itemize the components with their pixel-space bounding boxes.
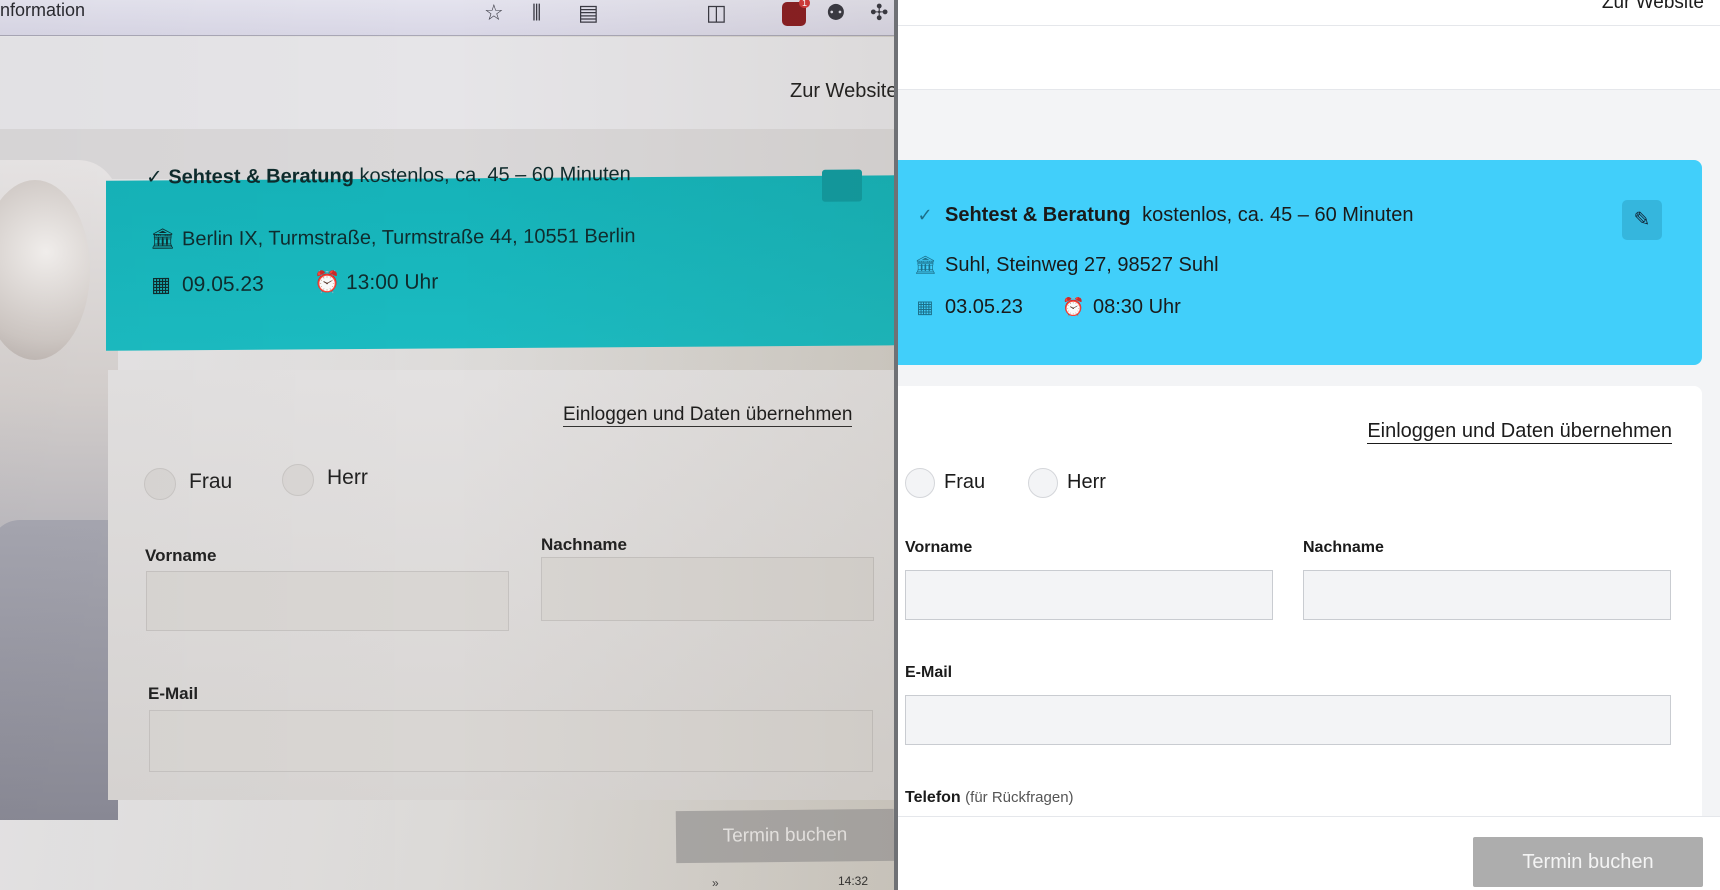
radio-frau[interactable] [144,468,176,500]
radio-herr-label: Herr [1067,471,1106,493]
service-details: kostenlos, ca. 45 – 60 Minuten [1142,204,1414,226]
radio-herr[interactable] [282,464,314,496]
radio-herr[interactable] [1028,468,1058,498]
book-appointment-button[interactable]: Termin buchen [1473,837,1703,887]
vorname-input[interactable] [146,571,509,631]
telefon-hint: (für Rückfragen) [965,789,1074,806]
vorname-label: Vorname [905,539,973,556]
appointment-summary-card: ✓ Sehtest & Beratung kostenlos, ca. 45 – … [898,160,1702,365]
extension-icon[interactable]: ⚉ [826,2,846,24]
time-text: 13:00 Uhr [346,270,439,295]
email-input[interactable] [149,710,873,772]
edit-icon: ✎ [1633,209,1651,231]
vorname-input[interactable] [905,570,1273,620]
site-header [898,26,1720,90]
telefon-label: Telefon (für Rückfragen) [905,789,1074,807]
browser-toolbar: nformation ☆ ⫴ ▤ ◫ 1 ⚉ ✣ [0,0,894,36]
star-icon[interactable]: ☆ [484,2,504,24]
email-label: E-Mail [905,664,953,681]
building-icon: 🏛 [914,255,937,275]
zur-website-link[interactable]: Zur Website [1602,0,1704,14]
zur-website-link[interactable]: Zur Website [790,80,894,103]
library-icon[interactable]: ⫴ [532,2,541,24]
extension-badge-icon[interactable]: 1 [782,0,810,26]
nachname-input[interactable] [541,557,874,621]
book-appointment-button[interactable]: Termin buchen [675,808,894,864]
service-line: ✓ Sehtest & Beratung kostenlos, ca. 45 –… [146,161,631,189]
service-title: Sehtest & Beratung [945,204,1131,226]
time-line: ⏰ 08:30 Uhr [1062,296,1181,319]
person-photo [0,160,118,820]
person-head [0,180,90,360]
login-link[interactable]: Einloggen und Daten übernehmen [563,404,853,427]
email-label: E-Mail [148,684,199,703]
reader-icon[interactable]: ▤ [578,2,599,24]
extension-badge-count: 1 [798,0,810,8]
service-details: kostenlos, ca. 45 – 60 Minuten [359,163,631,188]
service-line: ✓ Sehtest & Beratung kostenlos, ca. 45 – … [914,204,1413,227]
time-line: ⏰ 13:00 Uhr [314,270,438,295]
service-title: Sehtest & Beratung [168,165,354,189]
radio-frau-label: Frau [944,471,986,493]
taskbar-arrow-icon: » [712,876,719,890]
telefon-label-text: Telefon [905,789,961,806]
location-line: 🏛 Suhl, Steinweg 27, 98527 Suhl [914,254,1219,277]
location-text: Suhl, Steinweg 27, 98527 Suhl [945,254,1219,276]
vorname-label: Vorname [145,546,217,565]
radio-herr-label: Herr [327,466,368,489]
time-text: 08:30 Uhr [1093,296,1181,318]
taskbar-clock: 14:32 [838,874,869,888]
radio-frau[interactable] [905,468,935,498]
location-text: Berlin IX, Turmstraße, Turmstraße 44, 10… [182,225,636,251]
date-line: ▦ 03.05.23 [914,296,1023,319]
building-icon: 🏛 [150,228,176,251]
edit-appointment-button[interactable]: ✎ [1622,200,1662,240]
calendar-icon: ▦ [916,297,934,317]
date-line: ▦ 09.05.23 [150,272,264,298]
appointment-summary-card: ✓ Sehtest & Beratung kostenlos, ca. 45 –… [106,163,894,351]
login-link[interactable]: Einloggen und Daten übernehmen [1367,420,1672,444]
person-shoulder [0,520,118,820]
website-screenshot: Zur Website ✓ Sehtest & Beratung kostenlo… [898,0,1720,890]
booking-form-card: Einloggen und Daten übernehmen Frau Herr… [898,386,1702,816]
pocket-icon[interactable]: ◫ [706,2,727,24]
location-line: 🏛 Berlin IX, Turmstraße, Turmstraße 44, 1… [150,223,636,251]
check-icon: ✓ [146,166,169,189]
site-header [0,37,894,129]
photo-of-laptop-screen: nformation ☆ ⫴ ▤ ◫ 1 ⚉ ✣ Zur Website ✓ S… [0,0,894,890]
calendar-icon: ▦ [151,273,171,297]
puzzle-icon[interactable]: ✣ [870,2,888,24]
nachname-label: Nachname [541,535,627,554]
browser-page-title: nformation [0,0,86,20]
radio-frau-label: Frau [189,470,233,493]
check-icon: ✓ [917,205,933,225]
nachname-label: Nachname [1303,539,1384,556]
alarm-clock-icon: ⏰ [314,271,341,295]
email-input[interactable] [905,695,1671,745]
date-text: 03.05.23 [945,296,1023,318]
date-text: 09.05.23 [182,272,264,297]
nachname-input[interactable] [1303,570,1671,620]
top-bar: Zur Website [898,0,1720,26]
edit-appointment-button[interactable] [822,169,862,202]
alarm-clock-icon: ⏰ [1062,297,1085,317]
form-footer: Termin buchen [898,816,1720,890]
